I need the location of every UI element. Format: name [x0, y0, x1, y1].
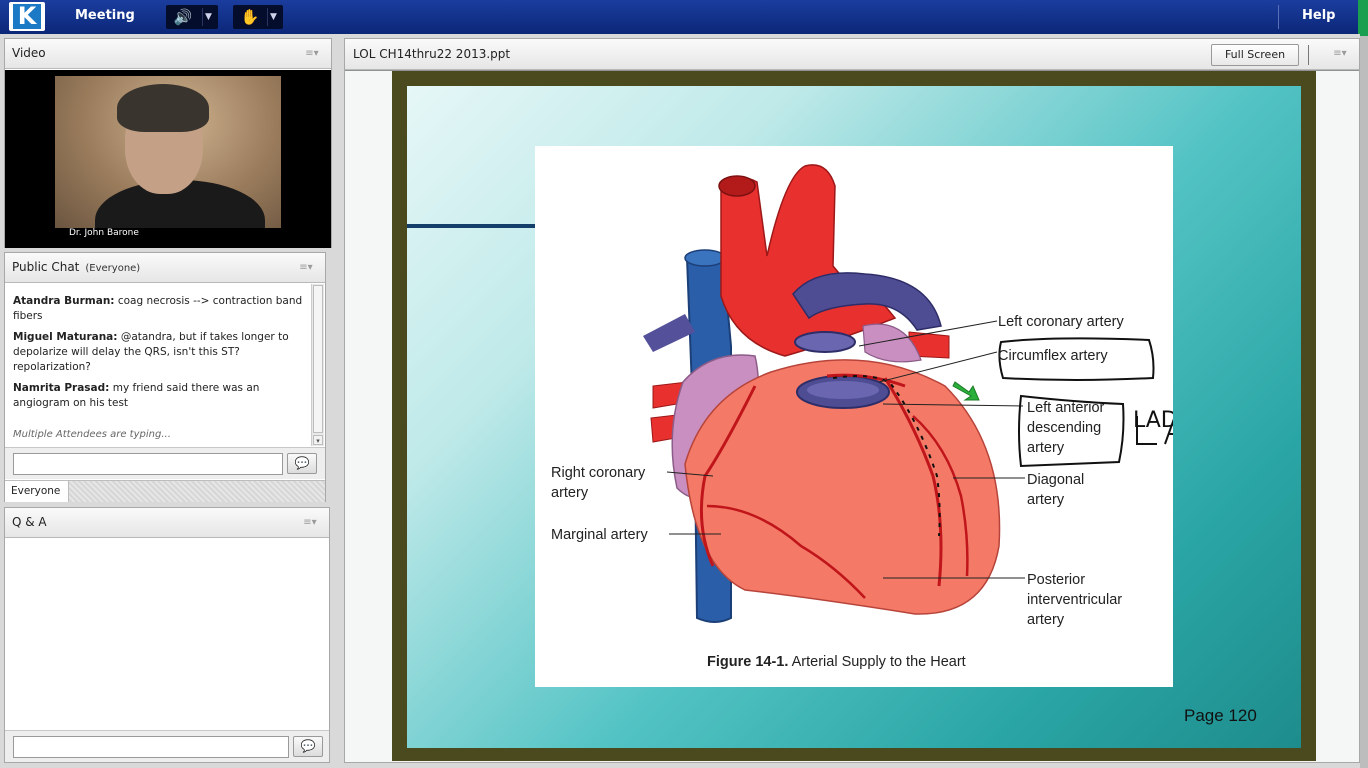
presenter-name: Dr. John Barone — [69, 228, 139, 238]
chat-pod-title: Public Chat (Everyone) — [12, 260, 140, 274]
right-edge-strip — [1360, 34, 1368, 768]
audio-button[interactable]: 🔊 ▼ — [166, 5, 218, 29]
qa-pod-title: Q & A — [12, 515, 47, 529]
label-circumflex: Circumflex artery — [998, 348, 1108, 364]
chat-message: Miguel Maturana: @atandra, but if takes … — [13, 330, 303, 375]
label-lad: Left anterior descending artery — [1027, 400, 1105, 456]
label-posterior: Posterior interventricular artery — [1027, 572, 1123, 628]
menu-help[interactable]: Help — [1302, 8, 1335, 23]
app-logo: K — [9, 2, 45, 31]
aortic-ring-inner — [807, 381, 879, 399]
share-content-area: Left coronary artery Circumflex artery L… — [345, 71, 1359, 762]
chat-title: Public Chat — [12, 260, 80, 274]
top-menu-bar: K Meeting 🔊 ▼ ✋ ▼ Help — [0, 0, 1368, 34]
caption-figure-number: Figure 14-1. — [707, 654, 789, 670]
label-diagonal: Diagonal artery — [1027, 472, 1085, 508]
chat-message-list: Atandra Burman: coag necrosis --> contra… — [5, 284, 311, 446]
speech-bubble-icon: 💬 — [300, 739, 316, 753]
divider — [1278, 5, 1279, 29]
pod-menu-icon[interactable]: ≡▾ — [297, 262, 315, 274]
page-number: Page 120 — [1184, 706, 1257, 725]
speaker-icon: 🔊 — [173, 8, 193, 26]
scroll-down-icon[interactable]: ▾ — [313, 435, 323, 445]
slide-frame: Left coronary artery Circumflex artery L… — [392, 71, 1316, 761]
label-marginal: Marginal artery — [551, 527, 648, 543]
video-pod: Video ≡▾ Dr. John Barone — [4, 38, 332, 248]
share-pod-title: LOL CH14thru22 2013.ppt — [353, 47, 511, 61]
chevron-down-icon[interactable]: ▼ — [267, 8, 279, 26]
logo-letter: K — [13, 4, 41, 29]
qa-pod: Q & A ≡▾ 💬 — [4, 507, 330, 763]
chevron-down-icon[interactable]: ▼ — [202, 8, 214, 26]
chat-message: Atandra Burman: coag necrosis --> contra… — [13, 294, 303, 324]
share-pod-header: LOL CH14thru22 2013.ppt Full Screen ≡▾ — [345, 39, 1359, 70]
qa-input-row: 💬 — [5, 730, 329, 762]
video-pod-header: Video ≡▾ — [5, 39, 331, 69]
full-screen-button[interactable]: Full Screen — [1211, 44, 1299, 66]
chat-author: Miguel Maturana: — [13, 331, 118, 343]
chat-message: Namrita Prasad: my friend said there was… — [13, 381, 303, 411]
raise-hand-icon: ✋ — [240, 8, 260, 26]
chat-pod: Public Chat (Everyone) ≡▾ Atandra Burman:… — [4, 252, 326, 502]
pod-menu-icon[interactable]: ≡▾ — [303, 48, 321, 60]
aorta-opening — [718, 175, 756, 197]
chat-send-button[interactable]: 💬 — [287, 453, 317, 474]
slide: Left coronary artery Circumflex artery L… — [407, 86, 1301, 748]
qa-send-button[interactable]: 💬 — [293, 736, 323, 757]
presenter-hair — [117, 84, 209, 132]
chat-audience: (Everyone) — [85, 263, 141, 274]
qa-input[interactable] — [13, 736, 289, 758]
menu-meeting[interactable]: Meeting — [75, 8, 135, 23]
share-pod: LOL CH14thru22 2013.ppt Full Screen ≡▾ L… — [344, 38, 1360, 763]
scrollbar-thumb[interactable] — [313, 285, 323, 433]
chat-input-row: 💬 — [5, 447, 325, 479]
chat-author: Atandra Burman: — [13, 295, 115, 307]
pulmonary-vein — [643, 314, 695, 352]
chat-tab-bar: Everyone — [5, 480, 325, 502]
raise-hand-button[interactable]: ✋ ▼ — [233, 5, 283, 29]
vena-cava-top — [684, 249, 726, 267]
slide-title-line — [407, 224, 535, 228]
heart-figure: Left coronary artery Circumflex artery L… — [535, 146, 1173, 687]
video-feed: Dr. John Barone — [5, 70, 331, 248]
accent-strip — [1358, 0, 1368, 34]
chat-input[interactable] — [13, 453, 283, 475]
qa-pod-header: Q & A ≡▾ — [5, 508, 329, 538]
pulmonary-opening — [794, 331, 856, 353]
chat-scrollbar[interactable]: ▾ — [311, 284, 324, 446]
green-arrow — [952, 381, 980, 401]
chat-pod-header: Public Chat (Everyone) ≡▾ — [5, 253, 325, 283]
pod-menu-icon[interactable]: ≡▾ — [301, 517, 319, 529]
right-edge-accent — [1360, 34, 1368, 36]
figure-caption: Figure 14-1. Arterial Supply to the Hear… — [707, 654, 966, 670]
handwritten-annotation: LAD — [1133, 408, 1173, 433]
qa-question-list — [5, 539, 329, 729]
left-appendage — [862, 323, 922, 363]
caption-text: Arterial Supply to the Heart — [788, 654, 966, 670]
chat-author: Namrita Prasad: — [13, 382, 110, 394]
tab-everyone[interactable]: Everyone — [5, 481, 69, 502]
video-pod-title: Video — [12, 46, 46, 60]
presenter-video — [55, 76, 281, 228]
label-right-coronary: Right coronary artery — [551, 465, 646, 501]
speech-bubble-icon: 💬 — [294, 456, 310, 470]
divider — [1308, 45, 1309, 65]
pod-menu-icon[interactable]: ≡▾ — [1331, 48, 1349, 60]
label-left-coronary: Left coronary artery — [998, 314, 1124, 330]
typing-indicator: Multiple Attendees are typing... — [13, 429, 171, 440]
